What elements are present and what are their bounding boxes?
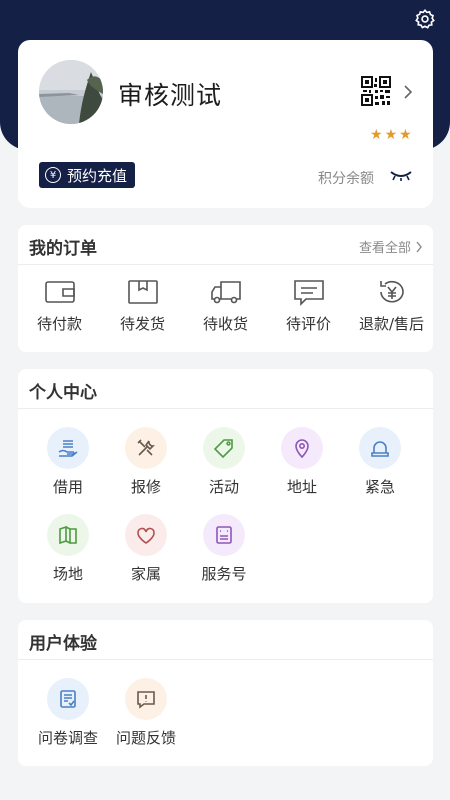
eye-closed-icon[interactable] xyxy=(390,170,412,182)
box-icon xyxy=(127,280,158,304)
grid-label: 紧急 xyxy=(364,478,395,496)
venue-icon xyxy=(59,525,77,545)
icon-circle xyxy=(281,427,323,469)
grid-item-borrow[interactable]: 借用 xyxy=(28,427,108,497)
grid-label: 服务号 xyxy=(201,565,247,583)
order-status-row: 待付款 待发货 待收货 待评价 退款/售后 xyxy=(18,277,433,334)
icon-circle xyxy=(125,427,167,469)
chevron-right-icon xyxy=(416,241,422,252)
grid-label: 家属 xyxy=(130,565,161,583)
grid-label: 借用 xyxy=(52,478,83,496)
refund-icon xyxy=(379,280,404,303)
star-icon: ★ xyxy=(370,127,383,143)
order-label: 待发货 xyxy=(119,315,165,333)
grid-item-venue[interactable]: 场地 xyxy=(28,514,108,584)
order-label: 待付款 xyxy=(36,315,82,333)
order-item-pending-shipment[interactable]: 待发货 xyxy=(101,277,184,334)
icon-circle xyxy=(125,514,167,556)
star-icon: ★ xyxy=(399,127,412,143)
survey-icon xyxy=(60,690,76,708)
grid-label: 地址 xyxy=(286,478,317,496)
personal-title: 个人中心 xyxy=(29,383,97,403)
avatar[interactable] xyxy=(39,60,103,124)
order-item-pending-receipt[interactable]: 待收货 xyxy=(184,277,267,334)
rating-stars: ★ ★ ★ xyxy=(370,128,412,142)
alarm-icon xyxy=(371,441,389,457)
order-item-pending-review[interactable]: 待评价 xyxy=(267,277,350,334)
experience-title: 用户体验 xyxy=(29,634,97,654)
qr-code-icon[interactable] xyxy=(361,76,391,106)
points-balance-label: 积分余额 xyxy=(318,171,374,187)
orders-header: 我的订单 查看全部 xyxy=(18,225,433,265)
icon-circle xyxy=(359,427,401,469)
heart-icon xyxy=(137,527,155,544)
star-icon: ★ xyxy=(384,127,398,143)
chevron-right-icon[interactable] xyxy=(402,84,414,100)
recharge-label: 预约充值 xyxy=(67,166,128,185)
yen-icon: ¥ xyxy=(45,167,61,183)
grid-item-emergency[interactable]: 紧急 xyxy=(340,427,420,497)
grid-item-family[interactable]: 家属 xyxy=(106,514,186,584)
hand-icon xyxy=(58,440,78,457)
feedback-icon xyxy=(137,691,155,709)
grid-item-repair[interactable]: 报修 xyxy=(106,427,186,497)
icon-circle xyxy=(47,514,89,556)
comment-icon xyxy=(293,280,324,306)
grid-item-feedback[interactable]: 问题反馈 xyxy=(106,678,186,748)
grid-item-activity[interactable]: 活动 xyxy=(184,427,264,497)
location-icon xyxy=(295,439,309,459)
settings-gear-icon[interactable] xyxy=(414,8,436,30)
grid-item-address[interactable]: 地址 xyxy=(262,427,342,497)
icon-circle xyxy=(47,427,89,469)
recharge-button[interactable]: ¥ 预约充值 xyxy=(39,162,136,188)
view-all-label: 查看全部 xyxy=(358,241,411,256)
experience-header: 用户体验 xyxy=(18,620,433,660)
grid-label: 场地 xyxy=(52,565,83,583)
icon-circle xyxy=(47,678,89,720)
tag-icon xyxy=(213,439,233,459)
profile-card: 审核测试 ★ ★ ★ ¥ 预约充值 积分余额 xyxy=(18,40,433,208)
icon-circle xyxy=(203,514,245,556)
user-experience-card: 用户体验 问卷调查 问题反馈 xyxy=(18,620,433,766)
personal-center-card: 个人中心 借用 报修 活动 地址 紧急 场地 家属 服务号 xyxy=(18,369,433,603)
order-label: 退款/售后 xyxy=(358,315,425,333)
orders-card: 我的订单 查看全部 待付款 待发货 待收货 待评价 退款/售后 xyxy=(18,225,433,352)
username: 审核测试 xyxy=(118,81,223,110)
wallet-icon xyxy=(44,281,75,303)
view-all-link[interactable]: 查看全部 xyxy=(359,237,423,256)
icon-circle xyxy=(203,427,245,469)
grid-label: 问题反馈 xyxy=(115,729,176,747)
order-label: 待评价 xyxy=(285,315,331,333)
tools-icon xyxy=(137,439,155,456)
order-item-refund[interactable]: 退款/售后 xyxy=(350,277,433,334)
grid-item-service-account[interactable]: 服务号 xyxy=(184,514,264,584)
order-label: 待收货 xyxy=(202,315,248,333)
grid-label: 问卷调查 xyxy=(37,729,98,747)
icon-circle xyxy=(125,678,167,720)
truck-icon xyxy=(210,281,241,304)
service-icon xyxy=(216,526,232,544)
grid-item-survey[interactable]: 问卷调查 xyxy=(28,678,108,748)
orders-title: 我的订单 xyxy=(29,239,97,259)
grid-label: 活动 xyxy=(208,478,239,496)
grid-label: 报修 xyxy=(130,478,161,496)
personal-header: 个人中心 xyxy=(18,369,433,409)
order-item-pending-payment[interactable]: 待付款 xyxy=(18,277,101,334)
